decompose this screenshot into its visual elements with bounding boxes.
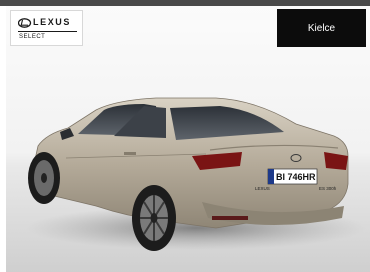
rear-wheel	[132, 185, 176, 251]
front-wheel	[28, 152, 60, 204]
variant-badge-text: ES 300h	[319, 186, 337, 191]
logo-wordmark: LEXUS	[33, 17, 72, 27]
plate-eu-strip	[268, 169, 274, 184]
lexus-select-logo[interactable]: LEXUS SELECT	[10, 10, 83, 46]
logo-subtitle: SELECT	[19, 34, 46, 40]
location-button-label: Kielce	[307, 22, 336, 34]
bumper-reflector	[212, 216, 248, 220]
logo-divider	[18, 31, 77, 32]
location-button[interactable]: Kielce	[277, 9, 366, 47]
door-handle	[124, 152, 136, 155]
model-badge-text: LEXUS	[255, 186, 270, 191]
license-plate-text: BI 746HR	[276, 172, 316, 182]
